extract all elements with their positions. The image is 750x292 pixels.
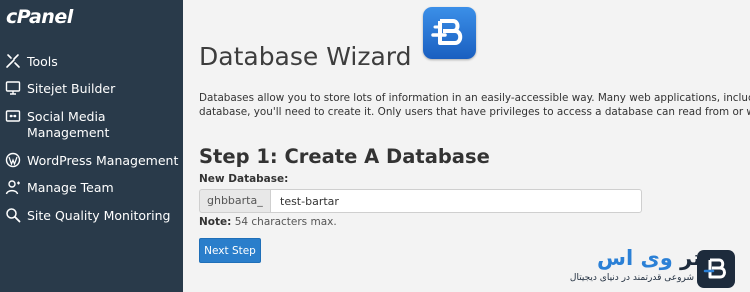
page-title: Database Wizard — [199, 42, 412, 71]
search-icon — [5, 207, 21, 223]
description-line: database, you'll need to create it. Only… — [199, 106, 750, 118]
sidebar-item-label: WordPress Management — [27, 153, 179, 168]
sidebar-item-label: Sitejet Builder — [27, 81, 116, 96]
wordpress-icon — [5, 152, 21, 168]
sidebar-item-manage-team[interactable]: Manage Team — [0, 178, 183, 196]
user-icon — [5, 179, 21, 195]
new-database-input-group: ghbbarta_ — [199, 189, 642, 213]
database-prefix: ghbbarta_ — [199, 189, 270, 213]
database-name-input[interactable] — [270, 189, 642, 213]
sidebar-item-social-media[interactable]: Social Media Management — [0, 107, 183, 141]
brand-name-part2: وی اس — [597, 246, 673, 270]
sidebar-item-label-line2: Management — [27, 125, 110, 140]
sidebar-item-label: Social Media — [27, 109, 106, 124]
social-icon — [5, 109, 21, 125]
sidebar-item-sitejet[interactable]: Sitejet Builder — [0, 79, 183, 97]
next-step-button[interactable]: Next Step — [199, 238, 261, 263]
sidebar-item-label: Site Quality Monitoring — [27, 208, 171, 223]
sidebar-item-site-quality[interactable]: Site Quality Monitoring — [0, 206, 183, 224]
sidebar: cPanel Tools Sitejet Builder Social Medi… — [0, 0, 183, 292]
cpanel-logo[interactable]: cPanel — [6, 6, 73, 28]
monitor-icon — [5, 80, 21, 96]
bartar-watermark-logo — [423, 7, 476, 59]
description-line: Databases allow you to store lots of inf… — [199, 92, 750, 104]
sidebar-item-tools[interactable]: Tools — [0, 52, 183, 70]
note-content: 54 characters max. — [234, 216, 337, 228]
brand-tagline: شروعی قدرتمند در دنیای دیجیتال — [569, 273, 694, 283]
brand-b-icon — [703, 258, 726, 279]
note-text: Note: 54 characters max. — [199, 216, 337, 228]
bartar-b-icon — [431, 19, 463, 45]
new-database-label: New Database: — [199, 173, 289, 185]
step-title: Step 1: Create A Database — [199, 145, 490, 168]
sidebar-item-label: Manage Team — [27, 180, 114, 195]
sidebar-item-wordpress[interactable]: WordPress Management — [0, 151, 183, 169]
tools-icon — [5, 53, 21, 69]
page-description: Databases allow you to store lots of inf… — [199, 91, 750, 119]
brand-logo — [697, 250, 735, 288]
note-label: Note: — [199, 216, 232, 228]
sidebar-item-label: Tools — [27, 54, 58, 69]
